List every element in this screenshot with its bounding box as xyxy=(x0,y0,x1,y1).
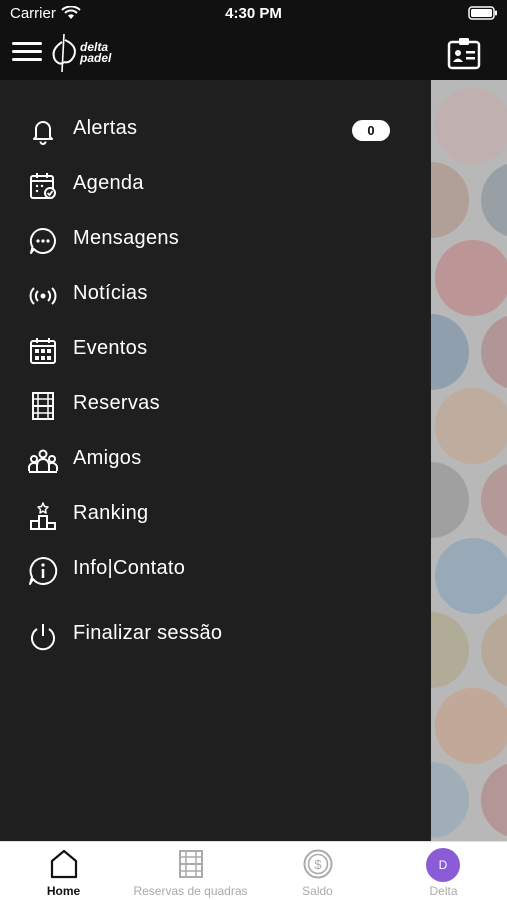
power-icon xyxy=(31,624,55,651)
logo-text-line2: padel xyxy=(80,51,112,65)
podium-icon xyxy=(30,502,56,530)
menu-label-eventos: Eventos xyxy=(73,337,148,359)
home-icon xyxy=(50,849,78,879)
coin-icon: $ xyxy=(303,849,333,879)
tab-label-delta: Delta xyxy=(429,884,458,898)
menu-item-info-contato[interactable]: Info|Contato xyxy=(0,545,431,595)
bell-icon xyxy=(33,121,53,145)
tab-label-saldo: Saldo xyxy=(302,884,333,898)
status-bar: Carrier 4:30 PM xyxy=(0,0,507,28)
menu-item-eventos[interactable]: Eventos xyxy=(0,325,431,375)
background-tile xyxy=(431,462,469,538)
tab-reservas-de-quadras[interactable]: Reservas de quadras xyxy=(127,842,254,900)
info-icon xyxy=(29,556,58,585)
bottom-tab-bar: Home Reservas de quadras $ Saldo D Delta xyxy=(0,841,507,900)
menu-label-reservas: Reservas xyxy=(73,392,160,414)
background-tile xyxy=(435,88,507,164)
menu-label-agenda: Agenda xyxy=(73,172,144,194)
court-icon xyxy=(179,850,203,878)
background-tile xyxy=(481,462,507,538)
menu-label-alertas: Alertas xyxy=(73,117,138,139)
tab-home[interactable]: Home xyxy=(0,842,127,900)
svg-text:$: $ xyxy=(314,857,322,872)
logo-text: delta padel xyxy=(80,41,112,65)
chat-icon xyxy=(29,227,56,254)
menu-label-amigos: Amigos xyxy=(73,447,142,469)
app-header: delta padel xyxy=(0,28,507,80)
avatar: D xyxy=(426,848,460,882)
background-tile xyxy=(481,612,507,688)
menu-toggle-button[interactable] xyxy=(12,40,42,64)
court-icon xyxy=(32,392,54,420)
background-tile xyxy=(435,688,507,764)
id-card-icon[interactable] xyxy=(447,37,481,71)
side-drawer: Alertas Agenda Mensagens Notícias Evento… xyxy=(0,80,431,841)
background-tile xyxy=(435,538,507,614)
menu-label-info-contato: Info|Contato xyxy=(73,557,186,579)
background-tile xyxy=(435,388,507,464)
alert-count-badge: 0 xyxy=(352,120,390,141)
background-tile xyxy=(431,762,469,838)
menu-item-noticias[interactable]: Notícias xyxy=(0,270,431,320)
people-icon xyxy=(28,449,58,473)
background-content-overlay[interactable] xyxy=(431,80,507,841)
tab-delta[interactable]: D Delta xyxy=(380,842,507,900)
tab-saldo[interactable]: $ Saldo xyxy=(254,842,381,900)
background-tile xyxy=(435,240,507,316)
clock: 4:30 PM xyxy=(225,5,282,22)
background-tile xyxy=(431,314,469,390)
menu-label-mensagens: Mensagens xyxy=(73,227,180,249)
calendar-grid-icon xyxy=(30,338,56,364)
menu-item-mensagens[interactable]: Mensagens xyxy=(0,215,431,265)
menu-item-agenda[interactable]: Agenda xyxy=(0,160,431,210)
battery-icon xyxy=(468,6,497,20)
menu-label-finalizar-sessao: Finalizar sessão xyxy=(73,622,223,644)
background-tile xyxy=(431,162,469,238)
menu-label-noticias: Notícias xyxy=(73,282,148,304)
background-tile xyxy=(431,612,469,688)
calendar-check-icon xyxy=(30,173,56,199)
menu-item-finalizar-sessao[interactable]: Finalizar sessão xyxy=(0,610,431,660)
menu-item-reservas[interactable]: Reservas xyxy=(0,380,431,430)
background-tile xyxy=(481,162,507,238)
tab-label-home: Home xyxy=(46,884,81,898)
menu-label-ranking: Ranking xyxy=(73,502,149,524)
background-tile xyxy=(481,314,507,390)
menu-item-amigos[interactable]: Amigos xyxy=(0,435,431,485)
tab-label-reservas-de-quadras: Reservas de quadras xyxy=(133,884,248,898)
background-tile xyxy=(481,762,507,838)
menu-item-ranking[interactable]: Ranking xyxy=(0,490,431,540)
broadcast-icon xyxy=(29,287,57,305)
